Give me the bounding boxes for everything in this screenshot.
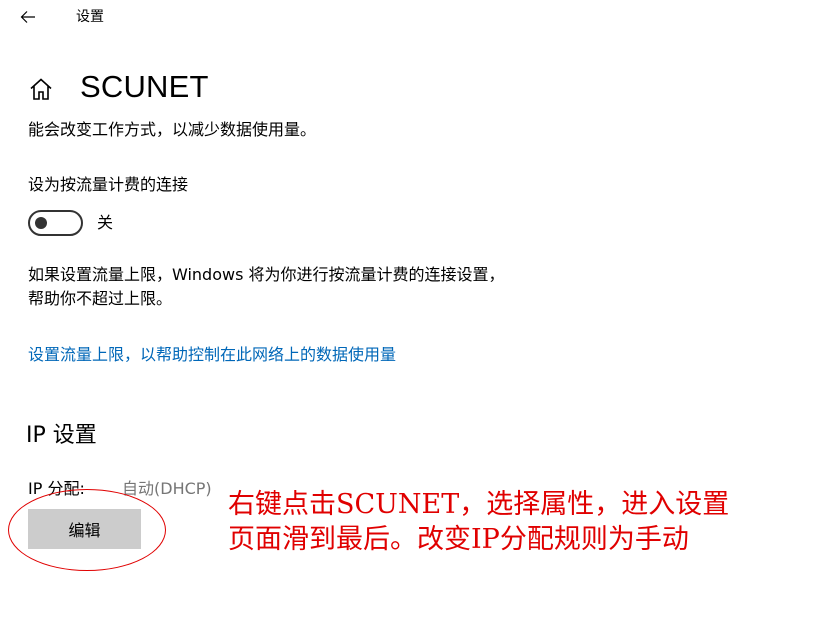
page-title: SCUNET xyxy=(80,69,209,104)
data-limit-info: 如果设置流量上限，Windows 将为你进行按流量计费的连接设置， 帮助你不超过… xyxy=(28,263,505,311)
ip-assignment-label: IP 分配: xyxy=(28,479,85,498)
metered-connection-label: 设为按流量计费的连接 xyxy=(28,175,189,194)
annotation-line1: 右键点击SCUNET，选择属性，进入设置 xyxy=(228,489,730,520)
annotation-text: 右键点击SCUNET，选择属性，进入设置 页面滑到最后。改变IP分配规则为手动 xyxy=(228,487,729,557)
toggle-state-label: 关 xyxy=(97,213,114,232)
annotation-line2: 页面滑到最后。改变IP分配规则为手动 xyxy=(228,524,689,555)
data-limit-info-line2: 帮助你不超过上限。 xyxy=(28,289,173,308)
toggle-knob xyxy=(35,217,47,229)
back-button[interactable] xyxy=(14,4,42,30)
arrow-left-icon xyxy=(20,11,35,23)
edit-button[interactable]: 编辑 xyxy=(28,509,141,549)
data-limit-info-line1: 如果设置流量上限，Windows 将为你进行按流量计费的连接设置， xyxy=(28,265,505,284)
set-data-limit-link[interactable]: 设置流量上限，以帮助控制在此网络上的数据使用量 xyxy=(28,343,396,367)
window-title: 设置 xyxy=(76,9,104,25)
home-icon xyxy=(30,78,52,100)
description-text: 能会改变工作方式，以减少数据使用量。 xyxy=(28,120,317,139)
ip-assignment-value: 自动(DHCP) xyxy=(122,479,212,498)
ip-settings-heading: IP 设置 xyxy=(26,423,97,448)
metered-connection-toggle[interactable] xyxy=(28,210,83,236)
